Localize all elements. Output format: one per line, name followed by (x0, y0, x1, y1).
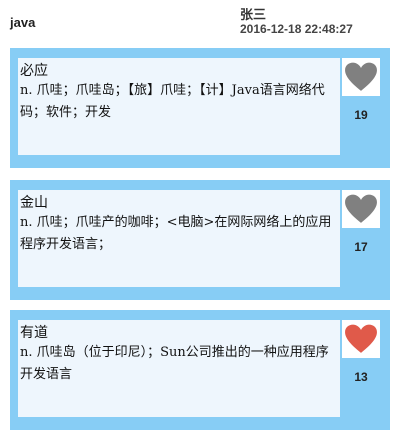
source-label: 金山 (20, 195, 48, 211)
like-button[interactable] (342, 190, 380, 228)
query-word: java (10, 15, 36, 30)
translation-card-bing: 必应 n. 爪哇；爪哇岛；【旅】爪哇；【计】Java语言网络代码；软件；开发 1… (10, 48, 390, 168)
source-label: 有道 (20, 325, 48, 341)
definition-box: 有道 n. 爪哇岛（位于印尼）；Sun公司推出的一种应用程序开发语言 (18, 320, 340, 417)
definition-text: n. 爪哇岛（位于印尼）；Sun公司推出的一种应用程序开发语言 (20, 345, 329, 382)
vote-count: 17 (354, 240, 368, 254)
like-button[interactable] (342, 58, 380, 96)
source-label: 必应 (20, 63, 48, 79)
heart-icon (345, 194, 377, 223)
vote-count: 19 (354, 108, 368, 122)
definition-box: 金山 n. 爪哇；爪哇产的咖啡；<电脑>在网际网络上的应用程序开发语言； (18, 190, 340, 287)
timestamp: 2016-12-18 22:48:27 (240, 22, 353, 36)
definition-box: 必应 n. 爪哇；爪哇岛；【旅】爪哇；【计】Java语言网络代码；软件；开发 (18, 58, 340, 155)
translation-card-youdao: 有道 n. 爪哇岛（位于印尼）；Sun公司推出的一种应用程序开发语言 13 (10, 310, 390, 430)
vote-count: 13 (354, 370, 368, 384)
heart-icon (345, 62, 377, 91)
translation-card-kingsoft: 金山 n. 爪哇；爪哇产的咖啡；<电脑>在网际网络上的应用程序开发语言； 17 (10, 180, 390, 300)
like-button[interactable] (342, 320, 380, 358)
definition-text: n. 爪哇；爪哇岛；【旅】爪哇；【计】Java语言网络代码；软件；开发 (20, 83, 325, 120)
username: 张三 (240, 7, 267, 22)
heart-icon (345, 324, 377, 353)
definition-text: n. 爪哇；爪哇产的咖啡；<电脑>在网际网络上的应用程序开发语言； (20, 215, 332, 252)
header: java 张三 2016-12-18 22:48:27 (0, 0, 400, 44)
